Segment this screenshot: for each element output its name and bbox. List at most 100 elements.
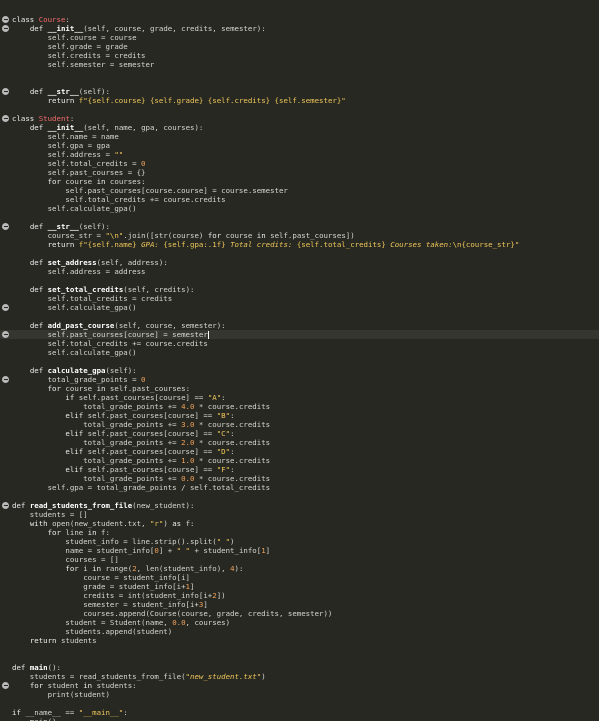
code-line[interactable]: self.course = course <box>0 33 599 42</box>
code-line[interactable]: self.gpa = gpa <box>0 141 599 150</box>
code-line[interactable]: self.past_courses[course.course] = cours… <box>0 186 599 195</box>
fold-toggle-icon[interactable] <box>2 682 9 689</box>
fold-toggle-icon[interactable] <box>2 88 9 95</box>
code-line[interactable]: course_str = "\n".join([str(course) for … <box>0 231 599 240</box>
code-line[interactable] <box>0 654 599 663</box>
code-line[interactable] <box>0 645 599 654</box>
code-line[interactable]: courses = [] <box>0 555 599 564</box>
code-line[interactable] <box>0 699 599 708</box>
code-token: if <box>65 393 75 402</box>
code-text: def __str__(self): <box>12 222 110 231</box>
code-line[interactable] <box>0 492 599 501</box>
code-line[interactable]: student_info = line.strip().split(" ") <box>0 537 599 546</box>
code-token: course <box>60 177 97 186</box>
fold-toggle-icon[interactable] <box>2 115 9 122</box>
code-text: class Student: <box>12 114 74 123</box>
fold-toggle-icon[interactable] <box>2 502 9 509</box>
code-line[interactable]: elif self.past_courses[course] == "C": <box>0 429 599 438</box>
code-line[interactable] <box>0 312 599 321</box>
code-line[interactable]: credits = int(student_info[i+2]) <box>0 591 599 600</box>
fold-toggle-icon[interactable] <box>2 376 9 383</box>
code-line[interactable] <box>0 357 599 366</box>
code-line[interactable]: students = [] <box>0 510 599 519</box>
code-editor[interactable]: class Course: def __init__(self, course,… <box>0 0 599 721</box>
code-line[interactable] <box>0 78 599 87</box>
code-line[interactable]: total_grade_points += 2.0 * course.credi… <box>0 438 599 447</box>
fold-toggle-icon[interactable] <box>2 304 9 311</box>
code-line[interactable]: students.append(student) <box>0 627 599 636</box>
code-line[interactable]: with open(new_student.txt, "r") as f: <box>0 519 599 528</box>
code-text: elif self.past_courses[course] == "C": <box>12 429 234 438</box>
code-line[interactable]: def read_students_from_file(new_student)… <box>0 501 599 510</box>
fold-toggle-icon[interactable] <box>2 331 9 338</box>
code-token: students <box>56 636 97 645</box>
code-line[interactable]: self.semester = semester <box>0 60 599 69</box>
code-line[interactable]: self.past_courses = {} <box>0 168 599 177</box>
code-line[interactable]: def set_total_credits(self, credits): <box>0 285 599 294</box>
code-line[interactable]: def __str__(self): <box>0 87 599 96</box>
code-token: ] <box>190 582 195 591</box>
code-line[interactable]: for i in range(2, len(student_info), 4): <box>0 564 599 573</box>
code-line[interactable]: return students <box>0 636 599 645</box>
code-line[interactable]: total_grade_points += 1.0 * course.credi… <box>0 456 599 465</box>
code-line[interactable] <box>0 213 599 222</box>
code-line[interactable]: total_grade_points += 3.0 * course.credi… <box>0 420 599 429</box>
code-line[interactable]: def main(): <box>0 663 599 672</box>
code-line[interactable]: name = student_info[0] + " " + student_i… <box>0 546 599 555</box>
code-line[interactable]: self.calculate_gpa() <box>0 348 599 357</box>
code-line[interactable]: self.calculate_gpa() <box>0 303 599 312</box>
code-line[interactable]: self.total_credits += course.credits <box>0 195 599 204</box>
code-line[interactable]: semester = student_info[i+3] <box>0 600 599 609</box>
code-line[interactable]: self.credits = credits <box>0 51 599 60</box>
code-line[interactable]: total_grade_points += 4.0 * course.credi… <box>0 402 599 411</box>
code-line[interactable]: return f"{self.course} {self.grade} {sel… <box>0 96 599 105</box>
code-line[interactable]: self.total_credits += course.credits <box>0 339 599 348</box>
code-line[interactable] <box>0 276 599 285</box>
code-line[interactable]: grade = student_info[i+1] <box>0 582 599 591</box>
code-line[interactable]: class Course: <box>0 15 599 24</box>
code-line[interactable]: students = read_students_from_file("new_… <box>0 672 599 681</box>
code-line[interactable]: def __init__(self, course, grade, credit… <box>0 24 599 33</box>
code-line[interactable] <box>0 105 599 114</box>
fold-toggle-icon[interactable] <box>2 16 9 23</box>
code-line[interactable]: elif self.past_courses[course] == "D": <box>0 447 599 456</box>
code-line[interactable]: for line in f: <box>0 528 599 537</box>
code-token: self.course = course <box>12 33 137 42</box>
code-line[interactable]: elif self.past_courses[course] == "F": <box>0 465 599 474</box>
code-text: def read_students_from_file(new_student)… <box>12 501 194 510</box>
code-line[interactable]: if self.past_courses[course] == "A": <box>0 393 599 402</box>
code-line[interactable]: courses.append(Course(course, grade, cre… <box>0 609 599 618</box>
code-line[interactable]: self.address = address <box>0 267 599 276</box>
code-line[interactable]: for course in self.past_courses: <box>0 384 599 393</box>
code-line[interactable]: course = student_info[i] <box>0 573 599 582</box>
code-line[interactable]: def __init__(self, name, gpa, courses): <box>0 123 599 132</box>
code-line[interactable]: self.address = "" <box>0 150 599 159</box>
code-line[interactable]: self.past_courses[course] = semester <box>0 330 599 339</box>
code-line[interactable]: elif self.past_courses[course] == "B": <box>0 411 599 420</box>
code-line[interactable]: self.gpa = total_grade_points / self.tot… <box>0 483 599 492</box>
code-line[interactable]: def __str__(self): <box>0 222 599 231</box>
code-line[interactable]: self.grade = grade <box>0 42 599 51</box>
code-line[interactable]: print(student) <box>0 690 599 699</box>
code-line[interactable]: student = Student(name, 0.0, courses) <box>0 618 599 627</box>
fold-toggle-icon[interactable] <box>2 25 9 32</box>
code-line[interactable] <box>0 249 599 258</box>
code-line[interactable]: for student in students: <box>0 681 599 690</box>
code-line[interactable]: def add_past_course(self, course, semest… <box>0 321 599 330</box>
code-line[interactable] <box>0 69 599 78</box>
code-line[interactable]: self.calculate_gpa() <box>0 204 599 213</box>
code-line[interactable]: total_grade_points += 0.0 * course.credi… <box>0 474 599 483</box>
code-line[interactable]: class Student: <box>0 114 599 123</box>
fold-toggle-icon[interactable] <box>2 223 9 230</box>
code-line[interactable]: self.total_credits = credits <box>0 294 599 303</box>
code-line[interactable]: def set_address(self, address): <box>0 258 599 267</box>
code-line[interactable]: for course in courses: <box>0 177 599 186</box>
code-line[interactable]: def calculate_gpa(self): <box>0 366 599 375</box>
code-line[interactable]: self.name = name <box>0 132 599 141</box>
code-line[interactable]: main() <box>0 717 599 721</box>
code-line[interactable]: total_grade_points = 0 <box>0 375 599 384</box>
code-line[interactable]: self.total_credits = 0 <box>0 159 599 168</box>
code-line[interactable]: return f"{self.name} GPA: {self.gpa:.1f}… <box>0 240 599 249</box>
code-line[interactable]: if __name__ == "__main__": <box>0 708 599 717</box>
